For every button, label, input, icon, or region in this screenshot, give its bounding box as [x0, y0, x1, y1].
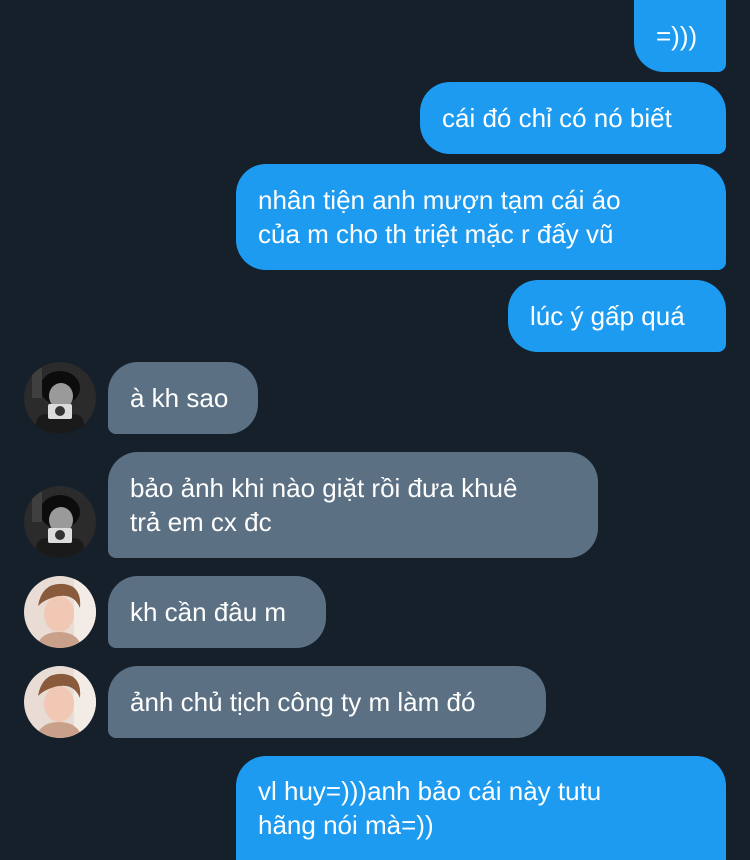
avatar-monochrome-camera[interactable] [24, 362, 96, 434]
avatar-monochrome-camera[interactable] [24, 486, 96, 558]
message-text: vl huy=)))anh bảo cái này tutu hãng nói … [258, 776, 602, 840]
message-text: nhân tiện anh mượn tạm cái áo của m cho … [258, 185, 621, 249]
message-text: =))) [656, 21, 698, 51]
message-text: cái đó chỉ có nó biết [442, 103, 672, 133]
message-text: lúc ý gấp quá [530, 301, 685, 331]
message-bubble-sent[interactable]: lúc ý gấp quá [508, 280, 726, 352]
message-bubble-received[interactable]: à kh sao [108, 362, 258, 434]
avatar-image [24, 362, 96, 434]
message-text: à kh sao [130, 383, 229, 413]
message-text: ảnh chủ tịch công ty m làm đó [130, 687, 476, 717]
message-text: bảo ảnh khi nào giặt rồi đưa khuê trả em… [130, 473, 518, 537]
avatar-portrait-warm[interactable] [24, 576, 96, 648]
message-bubble-sent[interactable]: nhân tiện anh mượn tạm cái áo của m cho … [236, 164, 726, 270]
avatar-image [24, 486, 96, 558]
chat-thread: =))) cái đó chỉ có nó biết nhân tiện anh… [0, 0, 750, 860]
avatar-image [24, 576, 96, 648]
avatar-image [24, 666, 96, 738]
message-bubble-sent[interactable]: cái đó chỉ có nó biết [420, 82, 726, 154]
avatar-portrait-warm[interactable] [24, 666, 96, 738]
message-text: kh cần đâu m [130, 597, 287, 627]
message-bubble-sent[interactable]: vl huy=)))anh bảo cái này tutu hãng nói … [236, 756, 726, 860]
message-bubble-received[interactable]: bảo ảnh khi nào giặt rồi đưa khuê trả em… [108, 452, 598, 558]
message-bubble-received[interactable]: ảnh chủ tịch công ty m làm đó [108, 666, 546, 738]
message-bubble-sent[interactable]: =))) [634, 0, 726, 72]
message-bubble-received[interactable]: kh cần đâu m [108, 576, 326, 648]
